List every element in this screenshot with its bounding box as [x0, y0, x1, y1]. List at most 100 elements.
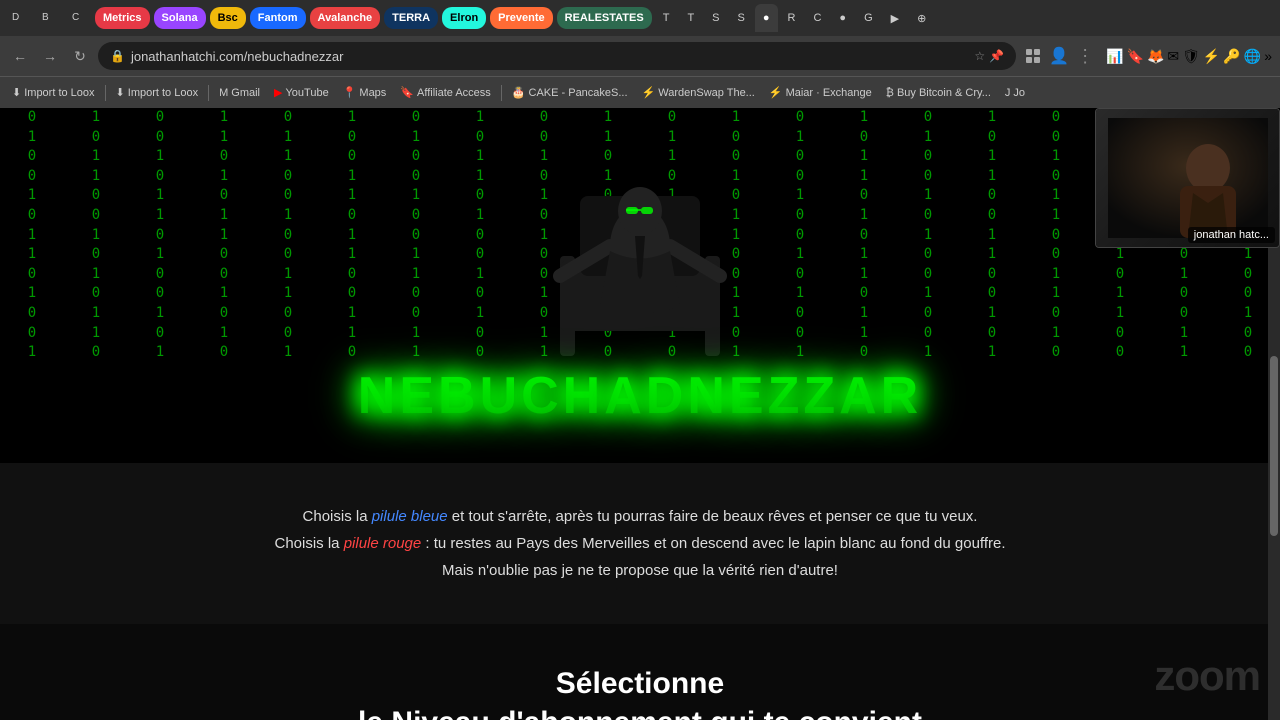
- content-area: 0100101101001 1011001010110 001011010010…: [0, 108, 1280, 720]
- tab-favicon-c: C: [72, 12, 84, 24]
- ext-icon-8[interactable]: 🌐: [1244, 48, 1261, 65]
- address-bar: ← → ↻ 🔒 jonathanhatchi.com/nebuchadnezza…: [0, 36, 1280, 76]
- maiar-label: Maiar · Exchange: [786, 87, 872, 99]
- ext-icon-9[interactable]: »: [1264, 48, 1272, 65]
- extension-icons: 📊 🔖 🦊 ✉ 🛡 ⚡ 🔑 🌐 »: [1106, 48, 1272, 65]
- tab-dot[interactable]: ●: [831, 4, 854, 32]
- tab-c2[interactable]: C: [805, 4, 829, 32]
- bitcoin-label: Buy Bitcoin & Cry...: [897, 87, 991, 99]
- text-line-2: Choisis la pilule rouge : tu restes au P…: [20, 530, 1260, 557]
- bookmark-jo[interactable]: J Jo: [999, 85, 1031, 101]
- maps-icon: 📍: [343, 86, 357, 99]
- tab-last[interactable]: ⊕: [909, 4, 934, 32]
- refresh-button[interactable]: ↻: [68, 44, 92, 68]
- tab-yt[interactable]: ▶: [883, 4, 907, 32]
- warden-label: WardenSwap The...: [658, 87, 755, 99]
- bookmark-warden[interactable]: ⚡ WardenSwap The...: [636, 84, 761, 101]
- tab-g[interactable]: G: [856, 4, 881, 32]
- bookmark-gmail[interactable]: M Gmail: [213, 85, 266, 101]
- bookmark-import-loox-2[interactable]: ⬇ Import to Loox: [110, 84, 205, 101]
- hero-title: NEBUCHADNEZZAR: [358, 366, 922, 426]
- tab-bsc[interactable]: Bsc: [210, 7, 246, 29]
- cake-label: CAKE - PancakeS...: [529, 87, 628, 99]
- cake-icon: 🎂: [512, 86, 526, 99]
- maps-label: Maps: [359, 87, 386, 99]
- affiliate-icon: 🔖: [400, 86, 414, 99]
- bookmark-youtube[interactable]: ▶ YouTube: [268, 84, 335, 101]
- webcam-name-label: jonathan hatc...: [1188, 227, 1275, 243]
- text-after-blue: et tout s'arrête, après tu pourras faire…: [448, 508, 978, 525]
- tab-prevente[interactable]: Prevente: [490, 7, 552, 29]
- ext-icon-1[interactable]: 📊: [1106, 48, 1123, 65]
- bookmark-label: Import to Loox: [24, 87, 94, 99]
- profile-icon[interactable]: 👤: [1048, 45, 1070, 67]
- text-line-1: Choisis la pilule bleue et tout s'arrête…: [20, 503, 1260, 530]
- ext-icon-4[interactable]: ✉: [1167, 48, 1179, 65]
- tab-favicon-b: B: [42, 12, 54, 24]
- extensions-icon[interactable]: [1022, 45, 1044, 67]
- url-bar[interactable]: 🔒 jonathanhatchi.com/nebuchadnezzar ☆ 📌: [98, 42, 1016, 70]
- forward-button[interactable]: →: [38, 44, 62, 68]
- sub-title-line1: Sélectionne: [20, 664, 1260, 703]
- tab-r[interactable]: R: [780, 4, 804, 32]
- tab-active[interactable]: ●: [755, 4, 778, 32]
- ext-icon-2[interactable]: 🔖: [1127, 48, 1144, 65]
- lock-icon: 🔒: [110, 49, 125, 63]
- scrollbar-thumb[interactable]: [1270, 356, 1278, 536]
- tab-t1[interactable]: T: [655, 4, 678, 32]
- zoom-watermark: zoom: [1154, 652, 1260, 700]
- tab-t2[interactable]: T: [679, 4, 702, 32]
- url-text: jonathanhatchi.com/nebuchadnezzar: [131, 49, 343, 64]
- ext-icon-5[interactable]: 🛡: [1182, 48, 1200, 65]
- text-after-red: : tu restes au Pays des Merveilles et on…: [421, 535, 1005, 552]
- bookmark-icon-2: ⬇: [116, 86, 125, 99]
- back-button[interactable]: ←: [8, 44, 32, 68]
- tab-b[interactable]: B: [34, 4, 62, 32]
- jo-icon: J: [1005, 87, 1011, 99]
- webcam-overlay: jonathan hatc...: [1095, 108, 1280, 248]
- tab-d[interactable]: D: [4, 4, 32, 32]
- bookmark-cake[interactable]: 🎂 CAKE - PancakeS...: [506, 84, 634, 101]
- ext-icon-3[interactable]: 🦊: [1147, 48, 1164, 65]
- tab-terra[interactable]: TERRA: [384, 7, 438, 29]
- webcam-person-svg: [1108, 118, 1268, 238]
- jo-label: Jo: [1013, 87, 1025, 99]
- tab-c[interactable]: C: [64, 4, 92, 32]
- tab-solana[interactable]: Solana: [154, 7, 206, 29]
- bookmark-sep-3: [501, 85, 502, 101]
- bookmark-icon: ⬇: [12, 86, 21, 99]
- subscription-section: Sélectionne le Niveau d'abonnement qui t…: [0, 624, 1280, 720]
- scrollbar[interactable]: [1268, 216, 1280, 720]
- youtube-icon: ▶: [274, 86, 282, 99]
- bookmark-affiliate[interactable]: 🔖 Affiliate Access: [394, 84, 496, 101]
- tab-s1[interactable]: S: [704, 4, 727, 32]
- subscription-title: Sélectionne le Niveau d'abonnement qui t…: [20, 664, 1260, 720]
- menu-icon[interactable]: ⋮: [1074, 45, 1096, 67]
- hero-section: 0100101101001 1011001010110 001011010010…: [0, 108, 1280, 463]
- star-icon[interactable]: ☆: [974, 49, 985, 63]
- youtube-label: YouTube: [285, 87, 328, 99]
- ext-icon-6[interactable]: ⚡: [1203, 48, 1220, 65]
- webpage: 0100101101001 1011001010110 001011010010…: [0, 108, 1280, 720]
- bookmark-label-2: Import to Loox: [128, 87, 198, 99]
- bookmark-maps[interactable]: 📍 Maps: [337, 84, 393, 101]
- text-before-red: Choisis la: [274, 535, 343, 552]
- tab-metrics[interactable]: Metrics: [95, 7, 150, 29]
- bookmark-maiar[interactable]: ⚡ Maiar · Exchange: [763, 84, 878, 101]
- url-icons: ☆ 📌: [974, 49, 1004, 63]
- tab-fantom[interactable]: Fantom: [250, 7, 306, 29]
- maiar-icon: ⚡: [769, 86, 783, 99]
- warden-icon: ⚡: [642, 86, 656, 99]
- bookmark-bitcoin[interactable]: ₿ Buy Bitcoin & Cry...: [880, 85, 997, 101]
- tab-avalanche[interactable]: Avalanche: [310, 7, 381, 29]
- tab-elron[interactable]: Elron: [442, 7, 486, 29]
- red-pill-text[interactable]: pilule rouge: [344, 535, 422, 552]
- ext-icon-7[interactable]: 🔑: [1223, 48, 1240, 65]
- bookmark-import-loox-1[interactable]: ⬇ Import to Loox: [6, 84, 101, 101]
- pin-icon[interactable]: 📌: [989, 49, 1004, 63]
- blue-pill-text[interactable]: pilule bleue: [372, 508, 448, 525]
- bookmark-sep-2: [208, 85, 209, 101]
- text-before-blue: Choisis la: [303, 508, 372, 525]
- tab-s2[interactable]: S: [730, 4, 753, 32]
- tab-realestates[interactable]: REALESTATES: [557, 7, 652, 29]
